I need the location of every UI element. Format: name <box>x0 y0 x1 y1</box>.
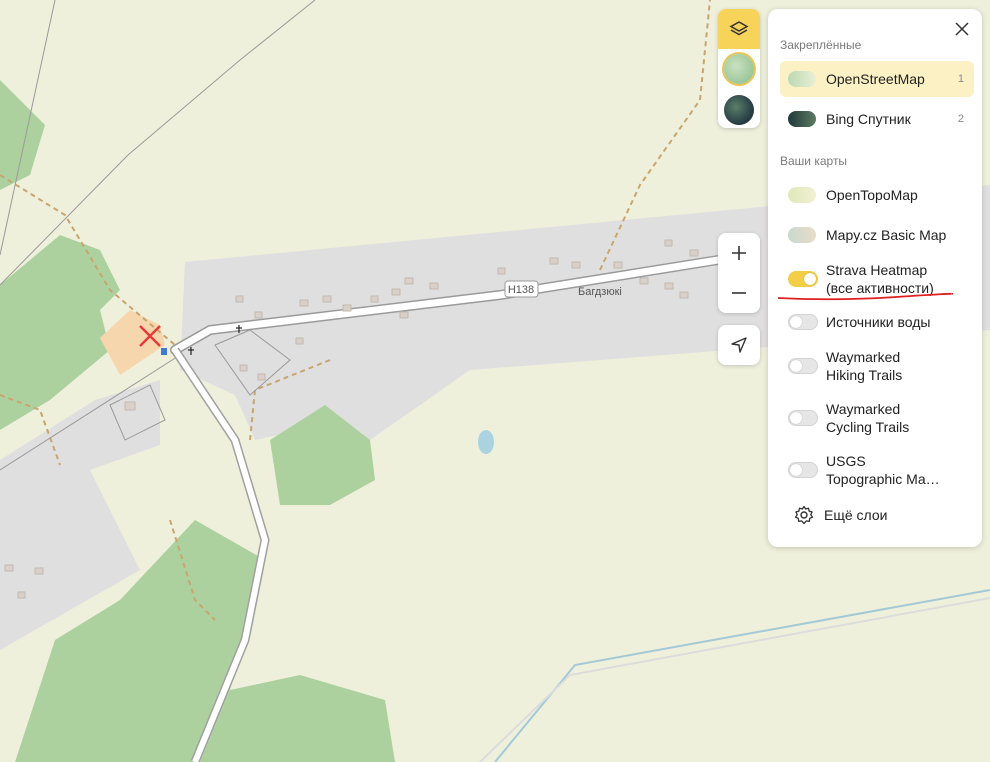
minus-icon <box>732 292 746 294</box>
zoom-out-button[interactable] <box>718 273 760 313</box>
pinned-section-title: Закреплённые <box>780 38 862 52</box>
overlay-row-usgs-topo[interactable]: USGS Topographic Ma… <box>780 450 974 490</box>
osm-quick-thumb[interactable] <box>724 54 754 84</box>
place-label: Багдзюкі <box>578 286 622 298</box>
close-icon <box>955 22 969 36</box>
overlay-toggle[interactable] <box>788 314 818 330</box>
overlay-label-line2: Hiking Trails <box>826 367 903 383</box>
layer-thumbnail <box>788 111 816 127</box>
overlay-label: Источники воды <box>826 314 931 330</box>
close-panel-button[interactable] <box>950 17 974 41</box>
layer-row-mapy-cz[interactable]: Mapy.cz Basic Map <box>780 217 974 253</box>
locate-button[interactable] <box>718 325 760 365</box>
red-underline-annotation <box>777 292 953 301</box>
plus-icon <box>732 246 746 260</box>
poi-marker <box>161 348 167 355</box>
overlay-toggle[interactable] <box>788 358 818 374</box>
zoom-in-button[interactable] <box>718 233 760 273</box>
layers-button[interactable] <box>718 9 760 49</box>
gear-icon <box>794 505 814 525</box>
layer-label: OpenStreetMap <box>826 71 925 87</box>
layer-row-opentopomap[interactable]: OpenTopoMap <box>780 177 974 213</box>
more-layers-label: Ещё слои <box>824 507 888 523</box>
layer-thumbnail <box>788 71 816 87</box>
overlay-toggle[interactable] <box>788 271 818 287</box>
layer-label: Bing Спутник <box>826 111 911 127</box>
layer-label: OpenTopoMap <box>826 187 918 203</box>
layer-tools <box>718 9 760 128</box>
pond <box>478 430 494 454</box>
overlay-label: USGS <box>826 453 866 469</box>
layer-shortcut: 1 <box>957 73 964 85</box>
overlay-row-water-sources[interactable]: Источники воды <box>780 311 974 333</box>
overlay-label-line2: Cycling Trails <box>826 419 910 435</box>
road-label: Н138 <box>508 284 534 296</box>
layer-row-bing[interactable]: Bing Спутник 2 <box>780 101 974 137</box>
overlay-toggle[interactable] <box>788 462 818 478</box>
more-layers-button[interactable]: Ещё слои <box>780 502 974 528</box>
layer-thumbnail <box>788 187 816 203</box>
navigation-arrow-icon <box>731 337 747 353</box>
overlay-label: Strava Heatmap <box>826 262 928 278</box>
overlay-label-line2: Topographic Ma… <box>826 471 940 487</box>
layers-panel: Закреплённые OpenStreetMap 1 Bing Спутни… <box>768 9 982 547</box>
overlay-label: Waymarked <box>826 401 901 417</box>
layer-thumbnail <box>788 227 816 243</box>
layer-label: Mapy.cz Basic Map <box>826 227 947 243</box>
overlay-row-hiking-trails[interactable]: Waymarked Hiking Trails <box>780 346 974 386</box>
layer-row-openstreetmap[interactable]: OpenStreetMap 1 <box>780 61 974 97</box>
overlay-toggle[interactable] <box>788 410 818 426</box>
your-maps-section-title: Ваши карты <box>780 154 848 168</box>
overlay-label: Waymarked <box>826 349 901 365</box>
zoom-controls <box>718 233 760 313</box>
layer-shortcut: 2 <box>957 113 964 125</box>
bing-quick-thumb[interactable] <box>724 95 754 125</box>
layers-icon <box>729 21 749 36</box>
overlay-row-cycling-trails[interactable]: Waymarked Cycling Trails <box>780 398 974 438</box>
